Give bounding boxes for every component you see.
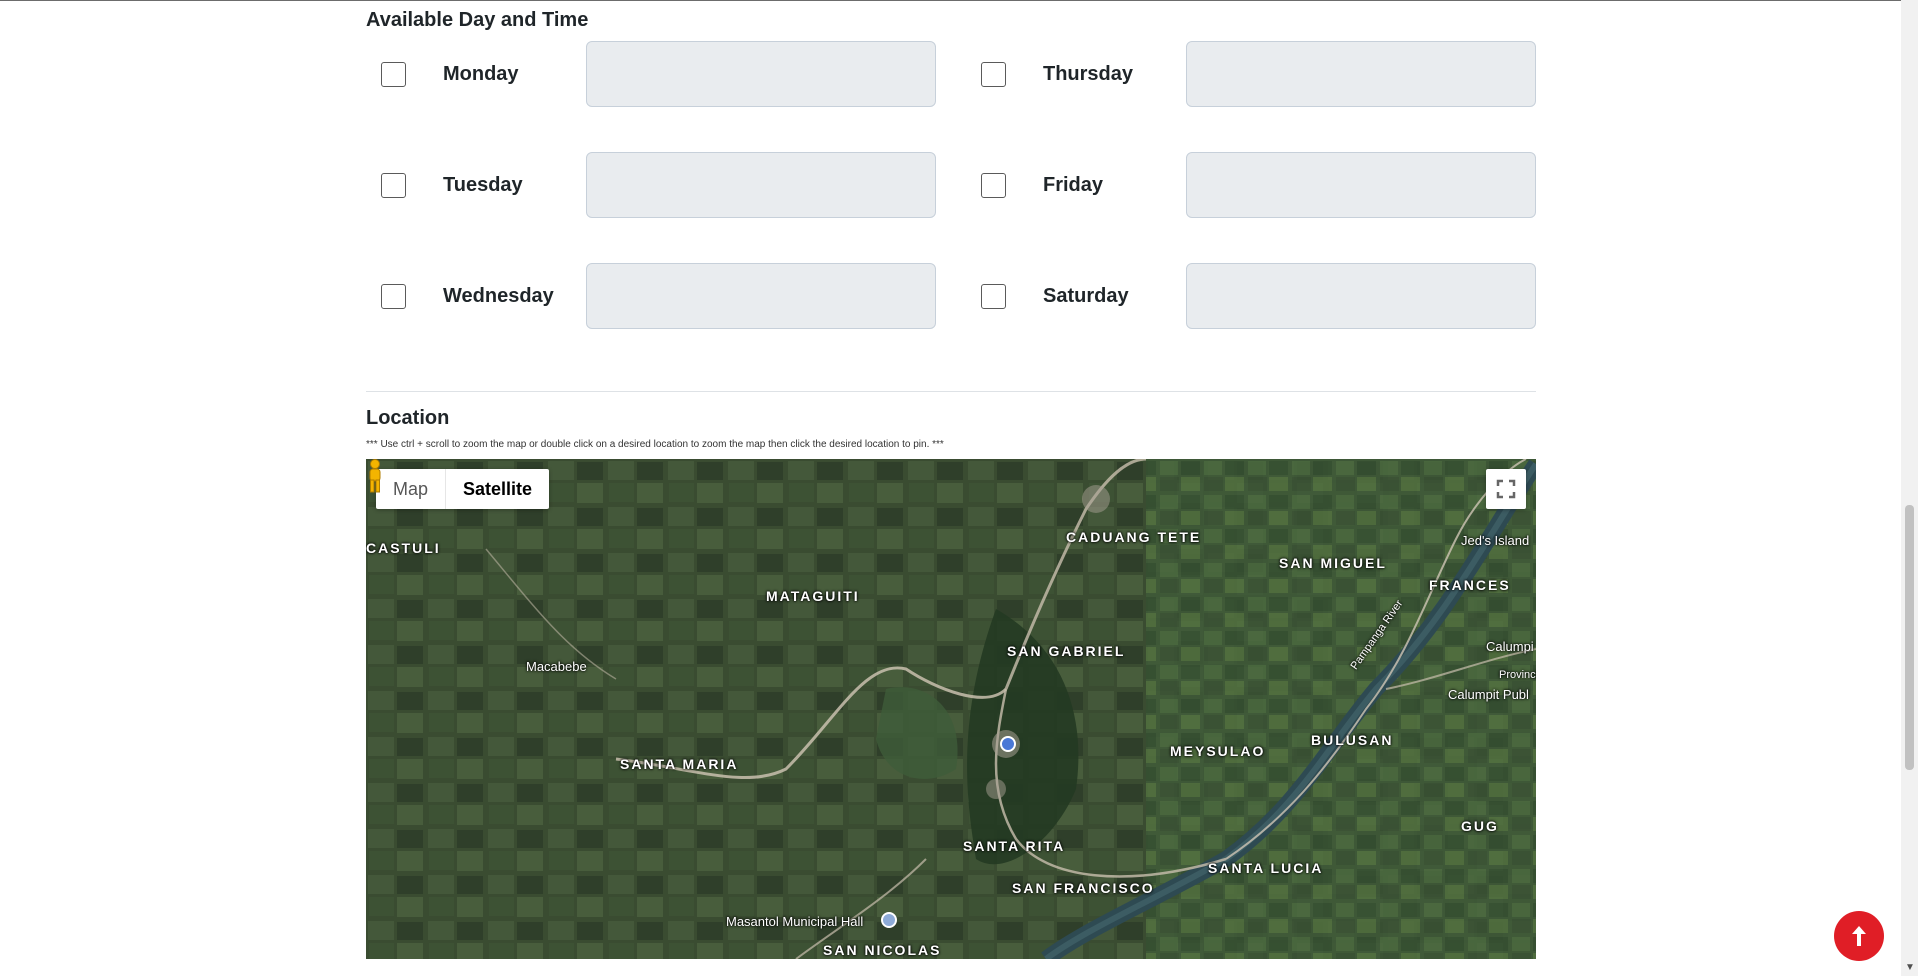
day-row-wednesday: Wednesday	[381, 263, 941, 329]
wednesday-checkbox[interactable]	[381, 283, 406, 309]
top-border	[0, 0, 1918, 1]
tuesday-time-input[interactable]	[586, 152, 936, 218]
map-label-bulusan: BULUSAN	[1311, 732, 1394, 748]
map-label-calumpit: Calumpi	[1486, 639, 1534, 654]
monday-label: Monday	[443, 62, 519, 85]
location-map[interactable]: Map Satellite CASTULI CADUANG TETE Jed's…	[366, 459, 1536, 959]
map-label-san-miguel: SAN MIGUEL	[1279, 555, 1387, 571]
saturday-checkbox[interactable]	[981, 283, 1006, 309]
back-to-top-button[interactable]	[1834, 911, 1884, 961]
day-row-tuesday: Tuesday	[381, 152, 941, 218]
location-hint: *** Use ctrl + scroll to zoom the map or…	[366, 439, 944, 450]
page-scrollbar[interactable]: ▼	[1901, 0, 1918, 976]
map-label-mataguiti: MATAGUITI	[766, 588, 860, 604]
map-label-san-gabriel: SAN GABRIEL	[1007, 643, 1126, 659]
friday-time-input[interactable]	[1186, 152, 1536, 218]
fullscreen-button[interactable]	[1486, 469, 1526, 509]
section-divider	[366, 391, 1536, 392]
map-label-macabebe: Macabebe	[526, 659, 587, 674]
monday-checkbox[interactable]	[381, 61, 406, 87]
map-label-caduang-tete: CADUANG TETE	[1066, 529, 1202, 545]
map-label-santa-lucia: SANTA LUCIA	[1208, 860, 1324, 876]
thursday-label: Thursday	[1043, 62, 1134, 85]
map-label-meysulao: MEYSULAO	[1170, 743, 1266, 759]
pegman-icon[interactable]	[366, 459, 384, 493]
map-label-santa-rita: SANTA RITA	[963, 838, 1066, 854]
map-type-control: Map Satellite	[376, 469, 550, 509]
day-row-monday: Monday	[381, 41, 941, 107]
tuesday-label: Tuesday	[443, 173, 523, 196]
map-label-provincial: Provinci	[1499, 669, 1536, 681]
wednesday-label: Wednesday	[443, 284, 554, 307]
arrow-up-icon	[1852, 926, 1866, 946]
availability-title: Available Day and Time	[366, 9, 589, 31]
fullscreen-icon	[1496, 479, 1516, 499]
map-type-satellite-button[interactable]: Satellite	[445, 469, 549, 509]
map-type-map-button[interactable]: Map	[376, 469, 445, 509]
thursday-checkbox[interactable]	[981, 61, 1006, 87]
map-label-frances: FRANCES	[1429, 577, 1511, 593]
map-label-santa-maria: SANTA MARIA	[620, 756, 739, 772]
map-label-masantol-hall: Masantol Municipal Hall	[726, 914, 864, 929]
day-row-saturday: Saturday	[981, 263, 1541, 329]
scroll-down-arrow-icon[interactable]: ▼	[1905, 962, 1915, 973]
map-label-san-nicolas: SAN NICOLAS	[823, 942, 942, 958]
saturday-label: Saturday	[1043, 284, 1129, 307]
map-label-calumpit-public: Calumpit Publ	[1448, 687, 1529, 702]
map-label-jeds-island: Jed's Island	[1461, 533, 1530, 548]
saturday-time-input[interactable]	[1186, 263, 1536, 329]
scrollbar-thumb[interactable]	[1905, 505, 1914, 770]
friday-label: Friday	[1043, 173, 1104, 196]
location-title: Location	[366, 407, 450, 429]
day-row-friday: Friday	[981, 152, 1541, 218]
map-label-gug: GUG	[1461, 818, 1499, 834]
thursday-time-input[interactable]	[1186, 41, 1536, 107]
map-label-castuli: CASTULI	[366, 540, 441, 556]
friday-checkbox[interactable]	[981, 172, 1006, 198]
map-label-san-francisco: SAN FRANCISCO	[1012, 880, 1155, 896]
tuesday-checkbox[interactable]	[381, 172, 406, 198]
wednesday-time-input[interactable]	[586, 263, 936, 329]
monday-time-input[interactable]	[586, 41, 936, 107]
day-row-thursday: Thursday	[981, 41, 1541, 107]
satellite-imagery	[366, 459, 1536, 959]
